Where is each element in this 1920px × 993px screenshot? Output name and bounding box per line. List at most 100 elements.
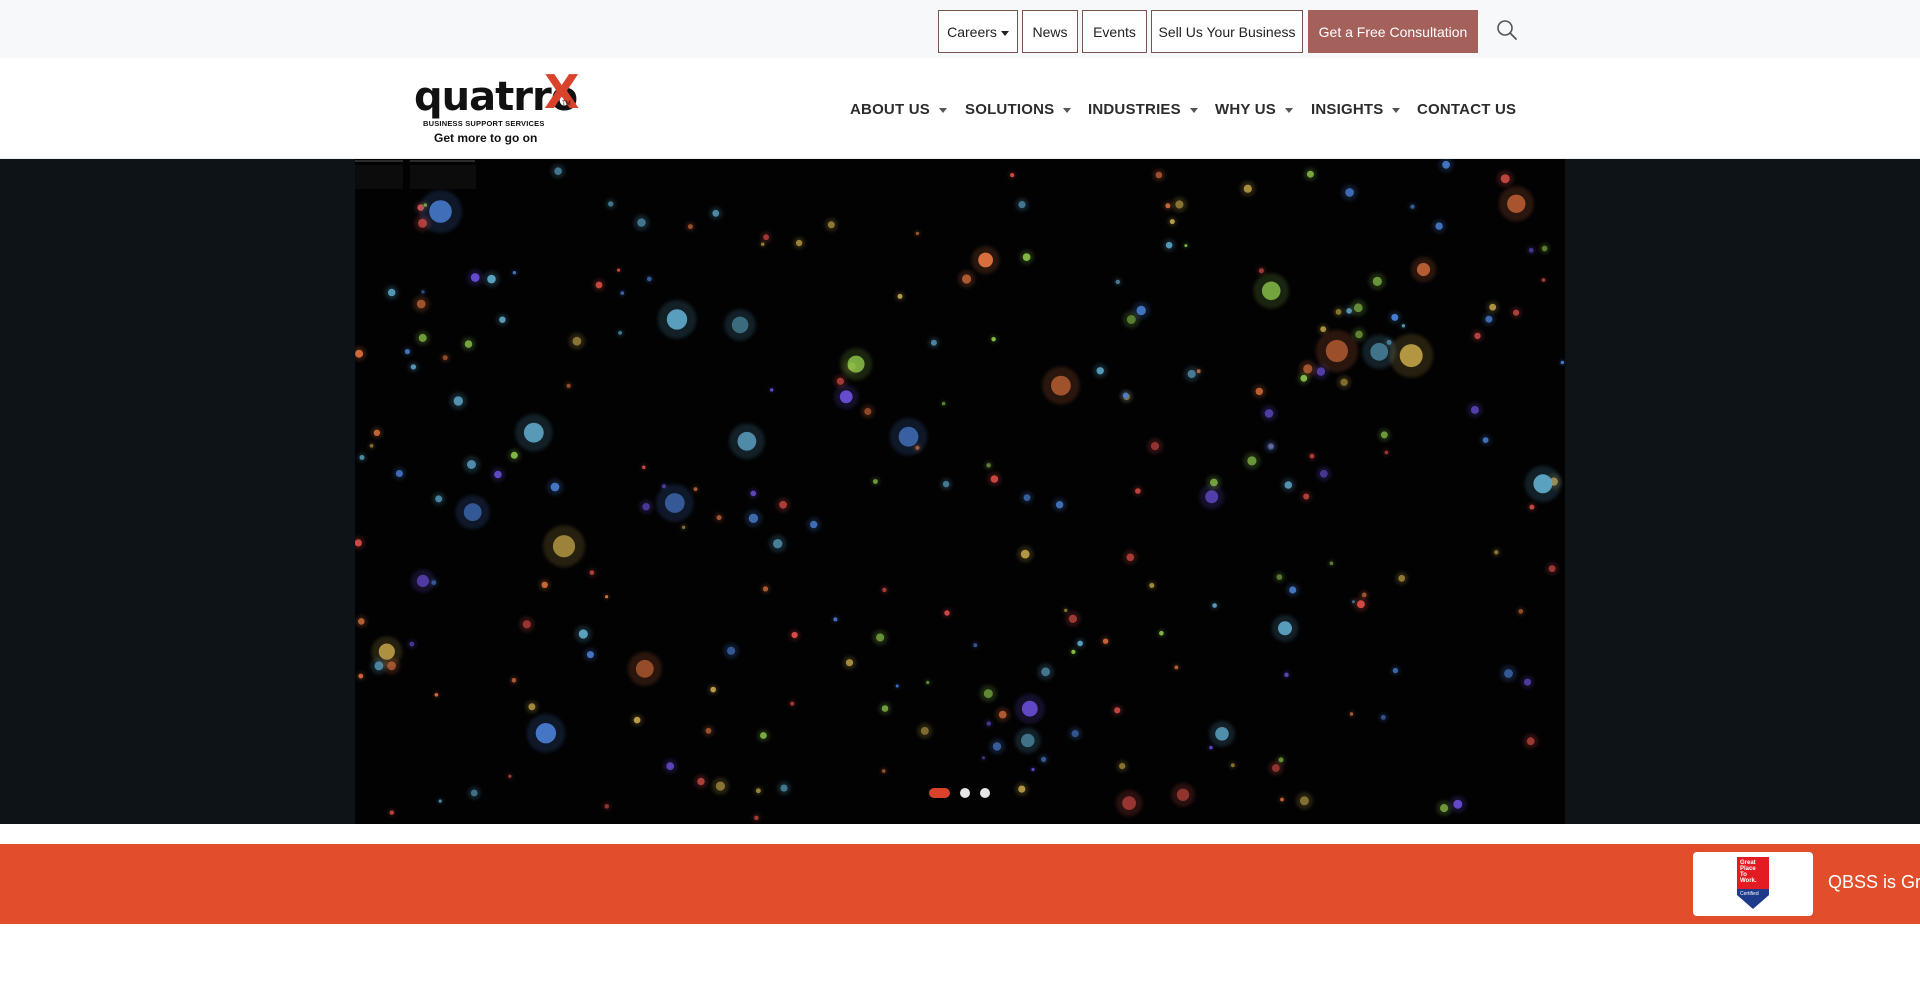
nav-solutions[interactable]: SOLUTIONS <box>965 101 1072 118</box>
particle-dot <box>664 493 685 513</box>
search-icon[interactable] <box>1496 19 1518 41</box>
nav-insights-label: INSIGHTS <box>1311 101 1384 118</box>
particle-dot <box>898 426 919 447</box>
particle-dot <box>1230 763 1235 768</box>
nav-about-us[interactable]: ABOUT US <box>850 101 947 118</box>
particle-dot <box>944 610 950 616</box>
particle-dot <box>453 396 463 406</box>
particle-dot <box>1435 222 1443 230</box>
particle-dot <box>983 689 993 699</box>
particle-dot <box>873 479 878 484</box>
particle-dot <box>355 349 364 358</box>
particle-dot <box>1055 501 1064 509</box>
particle-dot <box>1361 592 1367 598</box>
particle-dot <box>845 659 854 667</box>
particle-dot <box>1174 665 1179 670</box>
events-button[interactable]: Events <box>1082 10 1147 53</box>
nav-contact-us-label: CONTACT US <box>1417 101 1517 118</box>
particle-dot <box>589 570 595 575</box>
particle-dot <box>1176 788 1190 801</box>
particle-dot <box>693 487 698 491</box>
particle-dot <box>882 587 887 593</box>
particle-dot <box>578 629 588 639</box>
particle-dot <box>1518 609 1524 614</box>
particle-dot <box>617 268 621 272</box>
particle-dot <box>1391 313 1399 321</box>
particle-dot <box>1021 700 1038 717</box>
careers-button[interactable]: Careers <box>938 10 1018 53</box>
particle-dot <box>1533 474 1553 494</box>
particle-dot <box>1280 797 1284 802</box>
particle-dot <box>1023 494 1031 501</box>
nav-industries[interactable]: INDUSTRIES <box>1088 101 1198 118</box>
particle-dot <box>998 710 1007 719</box>
particle-dot <box>915 445 920 450</box>
particle-dot <box>470 789 478 797</box>
particle-dot <box>716 515 722 521</box>
particle-dot <box>973 643 978 648</box>
particle-dot <box>1380 431 1388 439</box>
particle-dot <box>1064 608 1068 612</box>
nav-insights[interactable]: INSIGHTS <box>1311 101 1401 118</box>
hero-slide[interactable] <box>355 159 1565 824</box>
nav-why-us[interactable]: WHY US <box>1215 101 1293 118</box>
news-button[interactable]: News <box>1022 10 1078 53</box>
particle-dot <box>1440 804 1449 813</box>
particle-dot <box>754 815 759 820</box>
logo-x-mark: X <box>544 65 580 119</box>
particle-dot <box>572 336 582 346</box>
particle-dot <box>748 513 759 523</box>
particle-dot <box>1401 324 1406 328</box>
particle-dot <box>705 727 712 734</box>
particle-dot <box>1175 200 1184 209</box>
particle-dot <box>737 431 757 451</box>
sell-business-button[interactable]: Sell Us Your Business <box>1151 10 1303 53</box>
logo[interactable]: quatrro X TM BUSINESS SUPPORT SERVICES G… <box>414 65 584 147</box>
particle-dot <box>1529 504 1535 510</box>
logo-subtitle: BUSINESS SUPPORT SERVICES <box>423 119 545 128</box>
particle-dot <box>522 620 531 629</box>
free-consultation-button[interactable]: Get a Free Consultation <box>1308 10 1478 53</box>
particle-dot <box>1122 796 1136 810</box>
particle-dot <box>605 595 609 599</box>
nav-contact-us[interactable]: CONTACT US <box>1417 101 1516 118</box>
particle-dot <box>1010 173 1015 178</box>
particle-dot <box>635 659 654 678</box>
particle-dot <box>1077 640 1083 647</box>
particle-dot <box>586 651 594 659</box>
particle-dot <box>416 574 429 587</box>
carousel-dot-2[interactable] <box>960 788 970 798</box>
particle-dot <box>1303 493 1310 500</box>
particle-dot <box>1392 667 1399 674</box>
particle-dot <box>647 276 652 282</box>
particle-dot <box>1184 244 1188 248</box>
particle-dot <box>511 678 517 683</box>
particle-dot <box>1541 245 1548 252</box>
particle-dot <box>1155 171 1163 179</box>
particle-dot <box>1041 667 1050 677</box>
particle-dot <box>773 539 783 549</box>
particle-dot <box>761 242 765 246</box>
particle-dot <box>1489 303 1497 311</box>
chevron-down-icon <box>938 108 947 113</box>
carousel-dot-3[interactable] <box>980 788 990 798</box>
particle-dot <box>779 500 787 509</box>
particle-dot <box>915 231 920 236</box>
particle-dot <box>1205 490 1219 504</box>
particle-dot <box>1335 309 1342 315</box>
carousel-dot-1[interactable] <box>929 788 950 798</box>
particle-dot <box>423 203 427 207</box>
award-card[interactable]: Great Place To Work. Certified <box>1693 852 1813 916</box>
particle-dot <box>1126 315 1136 324</box>
particle-dot <box>470 273 480 282</box>
particle-dot <box>941 401 946 406</box>
particle-dot <box>1416 262 1431 277</box>
particle-dot <box>510 451 518 459</box>
nav-solutions-label: SOLUTIONS <box>965 101 1055 118</box>
particle-dot <box>1264 409 1274 418</box>
particle-dot <box>1135 488 1141 494</box>
particle-dot <box>421 290 425 294</box>
particle-dot <box>608 201 614 207</box>
particle-dot <box>1165 203 1171 209</box>
particle-dot <box>595 281 603 289</box>
